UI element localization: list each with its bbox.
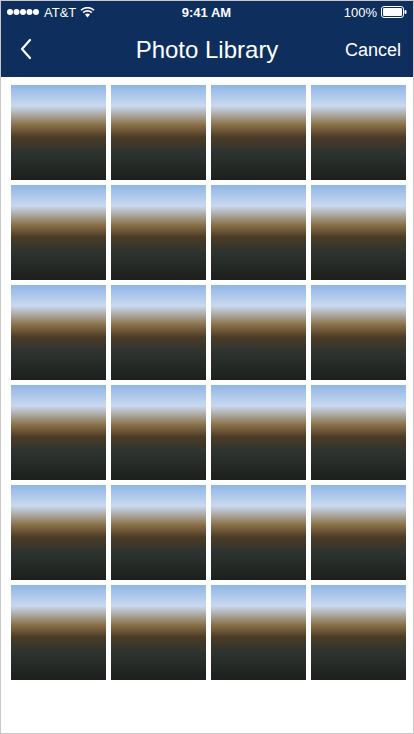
photo-grid — [1, 77, 413, 680]
photo-thumbnail[interactable] — [211, 585, 306, 680]
status-bar: AT&T 9:41 AM 100% — [1, 1, 413, 23]
photo-thumbnail[interactable] — [111, 285, 206, 380]
status-right: 100% — [231, 5, 407, 20]
header: AT&T 9:41 AM 100% Photo Library Cancel — [1, 1, 413, 77]
photo-thumbnail[interactable] — [11, 85, 106, 180]
photo-thumbnail[interactable] — [11, 485, 106, 580]
photo-thumbnail[interactable] — [311, 85, 406, 180]
photo-thumbnail[interactable] — [11, 185, 106, 280]
photo-thumbnail[interactable] — [311, 485, 406, 580]
signal-icon — [6, 8, 40, 16]
photo-thumbnail[interactable] — [211, 285, 306, 380]
photo-thumbnail[interactable] — [11, 285, 106, 380]
photo-thumbnail[interactable] — [211, 85, 306, 180]
photo-thumbnail[interactable] — [311, 585, 406, 680]
nav-bar: Photo Library Cancel — [1, 23, 413, 77]
photo-thumbnail[interactable] — [211, 185, 306, 280]
battery-percent: 100% — [344, 5, 377, 20]
photo-thumbnail[interactable] — [111, 85, 206, 180]
title: Photo Library — [91, 36, 323, 64]
cancel-button[interactable]: Cancel — [323, 36, 403, 65]
photo-library-screen: AT&T 9:41 AM 100% Photo Library Cancel — [0, 0, 414, 734]
photo-thumbnail[interactable] — [111, 185, 206, 280]
photo-thumbnail[interactable] — [311, 285, 406, 380]
wifi-icon — [80, 7, 95, 18]
photo-thumbnail[interactable] — [111, 485, 206, 580]
photo-thumbnail[interactable] — [311, 185, 406, 280]
photo-thumbnail[interactable] — [111, 385, 206, 480]
photo-thumbnail[interactable] — [11, 585, 106, 680]
time: 9:41 AM — [182, 5, 231, 20]
status-left: AT&T — [6, 5, 182, 20]
photo-thumbnail[interactable] — [111, 585, 206, 680]
chevron-left-icon — [19, 38, 33, 60]
photo-thumbnail[interactable] — [311, 385, 406, 480]
photo-thumbnail[interactable] — [11, 385, 106, 480]
photo-thumbnail[interactable] — [211, 385, 306, 480]
carrier: AT&T — [44, 5, 76, 20]
photo-thumbnail[interactable] — [211, 485, 306, 580]
battery-icon — [381, 6, 407, 18]
back-button[interactable] — [11, 34, 91, 67]
